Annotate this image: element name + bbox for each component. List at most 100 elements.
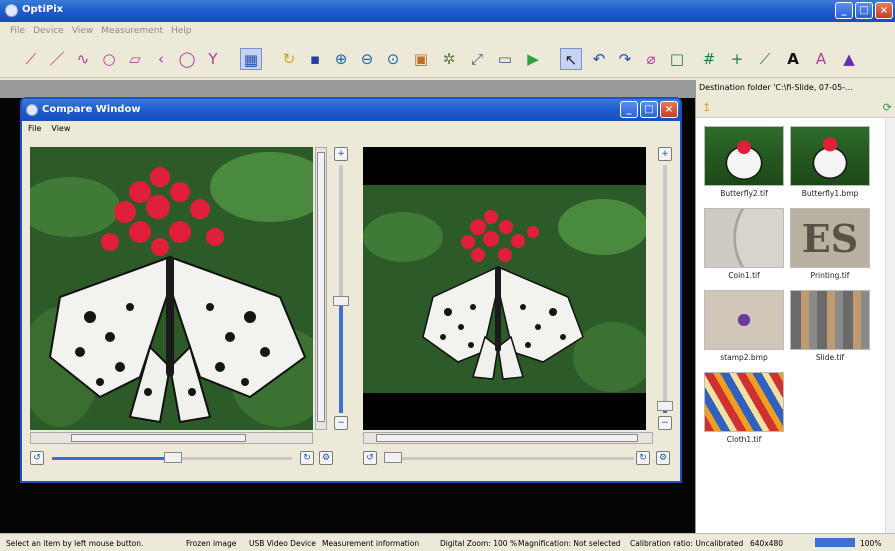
thumbnail-scrollbar[interactable] (885, 118, 895, 533)
refresh-icon[interactable]: ⟳ (883, 101, 892, 114)
ruler-icon[interactable]: ⟋ (754, 48, 776, 70)
thumbnail-item[interactable]: Cloth1.tif (704, 372, 784, 444)
curve-icon[interactable]: ∿ (72, 48, 94, 70)
app-title-bar[interactable]: OptiPix _ □ × (0, 0, 895, 22)
thumbnail-panel: Destination folder 'C:\fi-Slide, 07-05-.… (695, 80, 895, 533)
thumbnail-item[interactable]: Butterfly1.bmp (790, 126, 870, 198)
right-rotate-right-icon[interactable]: ↻ (636, 451, 650, 465)
crop-icon[interactable]: ⤢ (466, 48, 488, 70)
pointer-icon[interactable]: ↖ (560, 48, 582, 70)
play-icon[interactable]: ▶ (522, 48, 544, 70)
left-pan-thumb[interactable] (164, 452, 182, 463)
capture-icon[interactable]: ▭ (494, 48, 516, 70)
rect-tool-icon[interactable]: ▱ (124, 48, 146, 70)
right-hscroll-thumb[interactable] (376, 434, 638, 442)
plus-icon[interactable]: + (726, 48, 748, 70)
left-zoom-thumb[interactable] (333, 296, 349, 307)
butterfly-image-right (363, 147, 646, 430)
color-icon[interactable]: ▲ (838, 48, 860, 70)
text-icon[interactable]: A (782, 48, 804, 70)
menu-device[interactable]: Device (33, 26, 64, 38)
redo-icon[interactable]: ↷ (614, 48, 636, 70)
left-horizontal-scrollbar[interactable] (30, 432, 313, 444)
text-style-icon[interactable]: A (810, 48, 832, 70)
thumbnail-item[interactable]: stamp2.bmp (704, 290, 784, 362)
status-measurement: Measurement information (322, 539, 420, 548)
menu-view[interactable]: View (72, 26, 93, 38)
eraser-icon[interactable]: ⌀ (640, 48, 662, 70)
thumbnail-caption: stamp2.bmp (720, 353, 768, 362)
status-digital-zoom: Digital Zoom: 100 % (440, 539, 518, 548)
picture-icon[interactable]: ▣ (410, 48, 432, 70)
right-settings-icon[interactable]: ⚙ (656, 451, 670, 465)
undo-icon[interactable]: ↶ (588, 48, 610, 70)
zoom-fit-icon[interactable]: ⊙ (382, 48, 404, 70)
app-title: OptiPix (22, 4, 64, 15)
menu-help[interactable]: Help (171, 26, 192, 38)
thumbnail-item[interactable]: Coin1.tif (704, 208, 784, 280)
save-icon[interactable]: ▪ (304, 48, 326, 70)
folder-up-icon[interactable]: ↥ (702, 101, 711, 114)
app-icon (5, 4, 18, 17)
left-rotate-right-icon[interactable]: ↻ (300, 451, 314, 465)
status-resolution: 640x480 (750, 539, 784, 548)
compare-menu-file[interactable]: File (28, 124, 41, 134)
thumbnail-caption: Printing.tif (810, 271, 850, 280)
left-hscroll-thumb[interactable] (71, 434, 246, 442)
close-button[interactable]: × (875, 2, 893, 19)
compare-menu-bar: File View (22, 121, 680, 137)
compare-window-title-bar[interactable]: Compare Window _ □ × (22, 99, 680, 121)
zoom-in-icon[interactable]: ⊕ (330, 48, 352, 70)
right-zoom-in-icon[interactable]: + (658, 147, 672, 161)
maximize-button[interactable]: □ (855, 2, 873, 19)
right-zoom-thumb[interactable] (657, 400, 673, 411)
right-zoom-out-icon[interactable]: − (658, 416, 672, 430)
angle-icon[interactable]: ‹ (150, 48, 172, 70)
crosshair-grid-icon[interactable]: # (698, 48, 720, 70)
thumbnail-caption: Slide.tif (815, 353, 845, 362)
minimize-button[interactable]: _ (835, 2, 853, 19)
thumbnail-image (704, 126, 784, 186)
zoom-out-icon[interactable]: ⊖ (356, 48, 378, 70)
rectangle-icon[interactable]: □ (666, 48, 688, 70)
menu-measurement[interactable]: Measurement (101, 26, 163, 38)
grid-view-icon[interactable]: ▦ (240, 48, 262, 70)
compare-menu-view[interactable]: View (51, 124, 70, 134)
status-calibration: Calibration ratio: Uncalibrated (630, 539, 744, 548)
thumbnail-item[interactable]: ES Printing.tif (790, 208, 870, 280)
left-vertical-scrollbar[interactable] (315, 147, 327, 430)
right-rotate-left-icon[interactable]: ↺ (363, 451, 377, 465)
vertex-icon[interactable]: Y (202, 48, 224, 70)
thumbnail-item[interactable]: Butterfly2.tif (704, 126, 784, 198)
compare-window-title: Compare Window (42, 104, 141, 115)
circle-icon[interactable]: ◯ (176, 48, 198, 70)
left-rotate-left-icon[interactable]: ↺ (30, 451, 44, 465)
line-icon[interactable]: ／ (46, 48, 68, 70)
right-pan-thumb[interactable] (384, 452, 402, 463)
status-zoom-percent: 100% (860, 539, 882, 548)
compare-maximize-button[interactable]: □ (640, 101, 658, 118)
status-magnification: Magnification: Not selected (518, 539, 621, 548)
open-icon[interactable]: ↻ (278, 48, 300, 70)
effects-icon[interactable]: ✲ (438, 48, 460, 70)
left-image-pane[interactable] (30, 147, 313, 430)
left-vscroll-thumb[interactable] (317, 152, 325, 422)
right-image-pane[interactable] (363, 147, 646, 430)
left-zoom-out-icon[interactable]: − (334, 416, 348, 430)
right-zoom-track[interactable] (663, 165, 667, 413)
compare-close-button[interactable]: × (660, 101, 678, 118)
ellipse-icon[interactable]: ○ (98, 48, 120, 70)
left-zoom-in-icon[interactable]: + (334, 147, 348, 161)
menu-bar: File Device View Measurement Help (0, 22, 895, 42)
polyline-icon[interactable]: ⟋ (20, 48, 42, 70)
compare-window: Compare Window _ □ × File View + − ↺ ↻ ⚙… (20, 97, 682, 483)
menu-file[interactable]: File (10, 26, 25, 38)
left-settings-icon[interactable]: ⚙ (319, 451, 333, 465)
thumbnail-item[interactable]: Slide.tif (790, 290, 870, 362)
right-horizontal-scrollbar[interactable] (363, 432, 653, 444)
thumbnail-caption: Butterfly1.bmp (801, 189, 859, 198)
compare-minimize-button[interactable]: _ (620, 101, 638, 118)
zoom-level-bar (815, 538, 855, 547)
thumbnail-image: ES (790, 208, 870, 268)
right-pan-track[interactable] (384, 457, 634, 460)
